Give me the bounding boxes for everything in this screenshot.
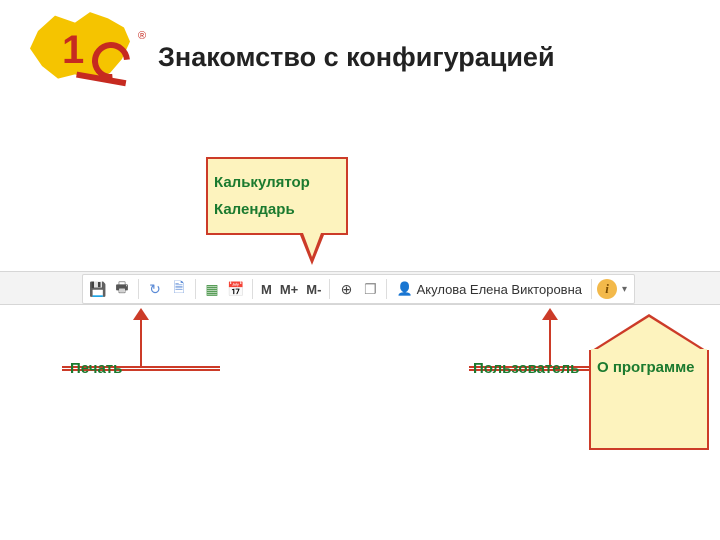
callout-pointer-down [300,235,324,265]
memory-mminus-button[interactable]: M- [303,282,324,297]
pointer-print [140,310,142,368]
refresh-icon[interactable]: ↻ [144,278,166,300]
windows-icon[interactable]: ❐ [359,278,381,300]
separator [386,279,387,299]
label-user: Пользователь [473,360,579,377]
logo-registered: ® [138,30,146,42]
separator [138,279,139,299]
memory-m-button[interactable]: M [258,282,275,297]
user-name-label: Акулова Елена Викторовна [417,282,582,297]
memory-mplus-button[interactable]: M+ [277,282,301,297]
calculator-icon[interactable]: ▦ [201,278,223,300]
callout-calculator-calendar: Калькулятор Календарь [206,157,348,235]
separator [591,279,592,299]
separator [329,279,330,299]
label-print: Печать [70,360,122,377]
save-icon[interactable]: 💾 [87,278,109,300]
about-icon[interactable]: i [597,279,617,299]
callout-line-calculator: Калькулятор [214,169,340,196]
calendar-icon[interactable]: 📅 [225,278,247,300]
toolbar-strip: 💾 🖶 ↻ 🗎 ▦ 📅 M M+ M- ⊕ ❐ 👤 Акулова Елена … [0,271,720,305]
zoom-in-icon[interactable]: ⊕ [335,278,357,300]
separator [195,279,196,299]
page-title: Знакомство с конфигурацией [158,42,555,73]
dropdown-caret-icon[interactable]: ▾ [619,284,630,295]
separator [252,279,253,299]
logo-1c: 1 ® [30,10,135,95]
callout-about-pointer [589,314,709,352]
callout-seam [591,349,707,353]
toolbar: 💾 🖶 ↻ 🗎 ▦ 📅 M M+ M- ⊕ ❐ 👤 Акулова Елена … [82,274,635,304]
logo-digit: 1 [62,28,84,73]
print-icon[interactable]: 🖶 [111,278,133,300]
callout-line-calendar: Календарь [214,196,340,223]
callout-about: О программе [589,350,709,450]
document-icon[interactable]: 🗎 [168,278,190,300]
user-icon: 👤 [396,281,412,297]
current-user[interactable]: 👤 Акулова Елена Викторовна [392,281,586,297]
label-about: О программе [597,358,701,378]
